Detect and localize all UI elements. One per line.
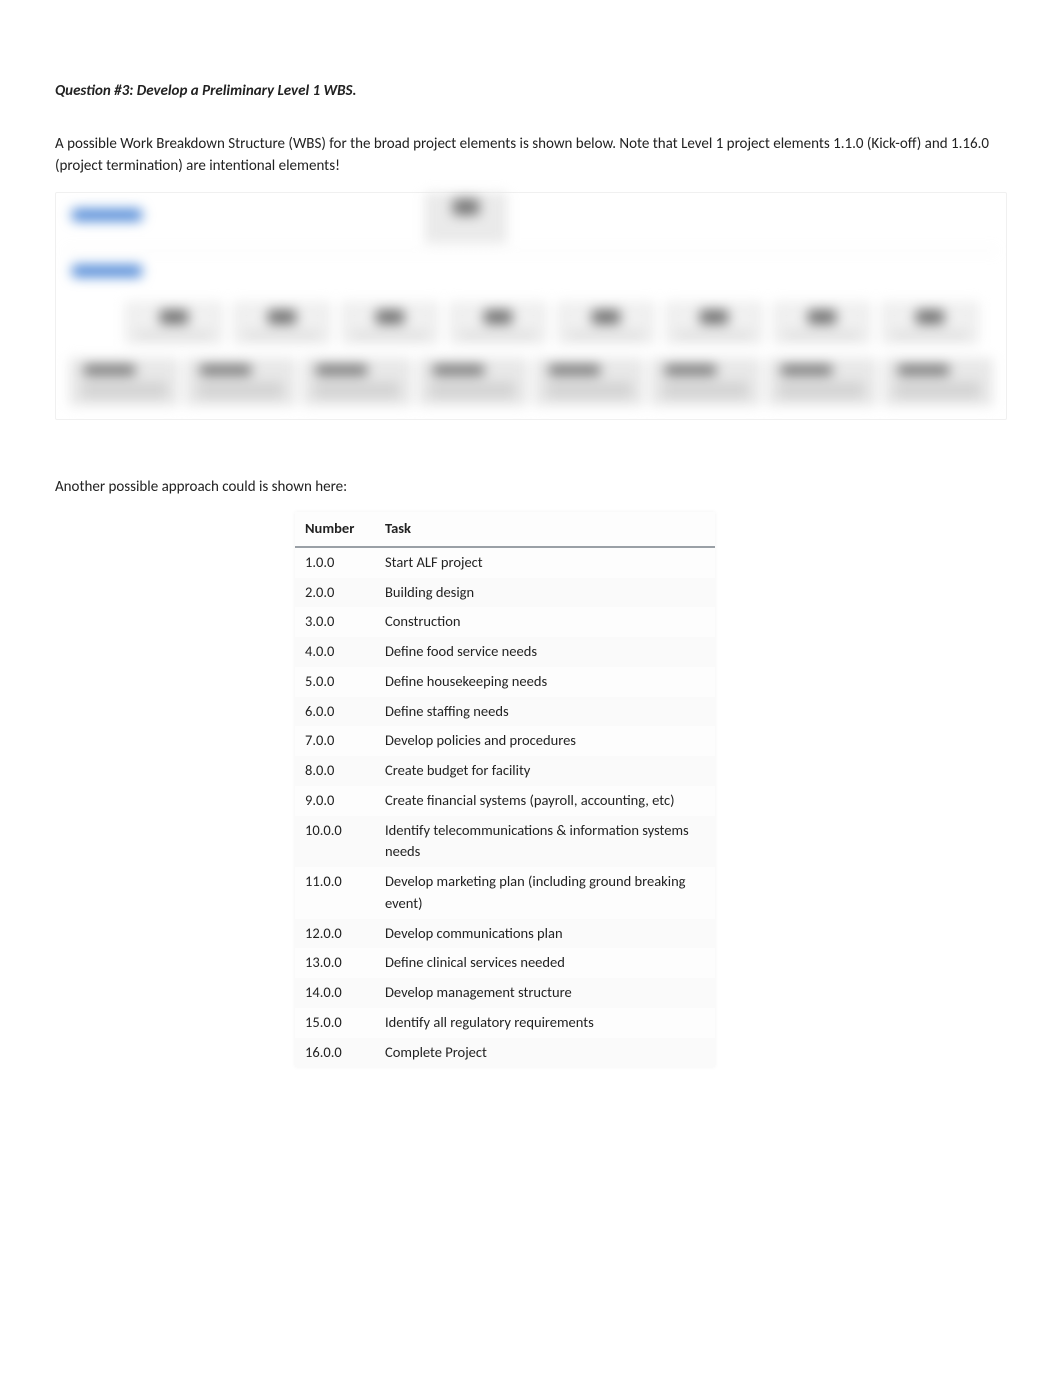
- diagram-box: [558, 303, 654, 343]
- table-row: 4.0.0Define food service needs: [295, 637, 715, 667]
- diagram-box: [535, 359, 643, 405]
- diagram-box: [126, 303, 222, 343]
- cell-number: 3.0.0: [295, 607, 375, 637]
- diagram-label-top: [72, 209, 142, 221]
- cell-number: 15.0.0: [295, 1008, 375, 1038]
- cell-task: Start ALF project: [375, 547, 715, 578]
- sub-paragraph: Another possible approach could is shown…: [55, 476, 1007, 499]
- diagram-box: [303, 359, 411, 405]
- diagram-separator: [66, 250, 996, 251]
- table-row: 1.0.0Start ALF project: [295, 547, 715, 578]
- table-row: 9.0.0Create financial systems (payroll, …: [295, 786, 715, 816]
- table-row: 11.0.0Develop marketing plan (including …: [295, 867, 715, 919]
- cell-task: Define food service needs: [375, 637, 715, 667]
- wbs-table: Number Task 1.0.0Start ALF project2.0.0B…: [295, 512, 715, 1067]
- cell-number: 14.0.0: [295, 978, 375, 1008]
- diagram-box: [450, 303, 546, 343]
- cell-task: Define clinical services needed: [375, 948, 715, 978]
- cell-task: Develop management structure: [375, 978, 715, 1008]
- table-header-task: Task: [375, 512, 715, 547]
- wbs-diagram-placeholder: [55, 192, 1007, 420]
- diagram-box: [234, 303, 330, 343]
- cell-task: Create financial systems (payroll, accou…: [375, 786, 715, 816]
- table-row: 3.0.0Construction: [295, 607, 715, 637]
- cell-number: 6.0.0: [295, 697, 375, 727]
- cell-task: Define staffing needs: [375, 697, 715, 727]
- cell-task: Identify telecommunications & informatio…: [375, 816, 715, 868]
- cell-task: Develop communications plan: [375, 919, 715, 949]
- table-header-number: Number: [295, 512, 375, 547]
- diagram-box: [419, 359, 527, 405]
- blurred-content: [66, 199, 996, 411]
- table-row: 16.0.0Complete Project: [295, 1038, 715, 1068]
- table-row: 6.0.0Define staffing needs: [295, 697, 715, 727]
- cell-number: 12.0.0: [295, 919, 375, 949]
- cell-number: 2.0.0: [295, 578, 375, 608]
- diagram-box: [768, 359, 876, 405]
- table-row: 2.0.0Building design: [295, 578, 715, 608]
- diagram-box: [651, 359, 759, 405]
- diagram-box: [666, 303, 762, 343]
- cell-number: 7.0.0: [295, 726, 375, 756]
- diagram-root-box: [426, 194, 506, 242]
- cell-task: Identify all regulatory requirements: [375, 1008, 715, 1038]
- diagram-label-mid: [72, 265, 142, 277]
- intro-paragraph: A possible Work Breakdown Structure (WBS…: [55, 133, 1007, 178]
- cell-number: 5.0.0: [295, 667, 375, 697]
- cell-task: Complete Project: [375, 1038, 715, 1068]
- cell-number: 1.0.0: [295, 547, 375, 578]
- diagram-box: [774, 303, 870, 343]
- diagram-box: [342, 303, 438, 343]
- cell-number: 10.0.0: [295, 816, 375, 868]
- diagram-box: [70, 359, 178, 405]
- table-row: 10.0.0Identify telecommunications & info…: [295, 816, 715, 868]
- cell-task: Develop policies and procedures: [375, 726, 715, 756]
- cell-task: Construction: [375, 607, 715, 637]
- diagram-box: [882, 303, 978, 343]
- cell-task: Develop marketing plan (including ground…: [375, 867, 715, 919]
- cell-task: Define housekeeping needs: [375, 667, 715, 697]
- cell-number: 8.0.0: [295, 756, 375, 786]
- diagram-row-level2: [66, 351, 996, 411]
- table-row: 5.0.0Define housekeeping needs: [295, 667, 715, 697]
- cell-number: 16.0.0: [295, 1038, 375, 1068]
- table-row: 12.0.0Develop communications plan: [295, 919, 715, 949]
- table-row: 14.0.0Develop management structure: [295, 978, 715, 1008]
- cell-task: Building design: [375, 578, 715, 608]
- cell-number: 4.0.0: [295, 637, 375, 667]
- diagram-box: [186, 359, 294, 405]
- table-row: 15.0.0Identify all regulatory requiremen…: [295, 1008, 715, 1038]
- cell-task: Create budget for facility: [375, 756, 715, 786]
- diagram-box: [884, 359, 992, 405]
- diagram-row-level1: [66, 291, 996, 351]
- table-row: 8.0.0Create budget for facility: [295, 756, 715, 786]
- cell-number: 13.0.0: [295, 948, 375, 978]
- cell-number: 11.0.0: [295, 867, 375, 919]
- cell-number: 9.0.0: [295, 786, 375, 816]
- question-heading: Question #3: Develop a Preliminary Level…: [55, 80, 1007, 103]
- table-row: 13.0.0Define clinical services needed: [295, 948, 715, 978]
- table-row: 7.0.0Develop policies and procedures: [295, 726, 715, 756]
